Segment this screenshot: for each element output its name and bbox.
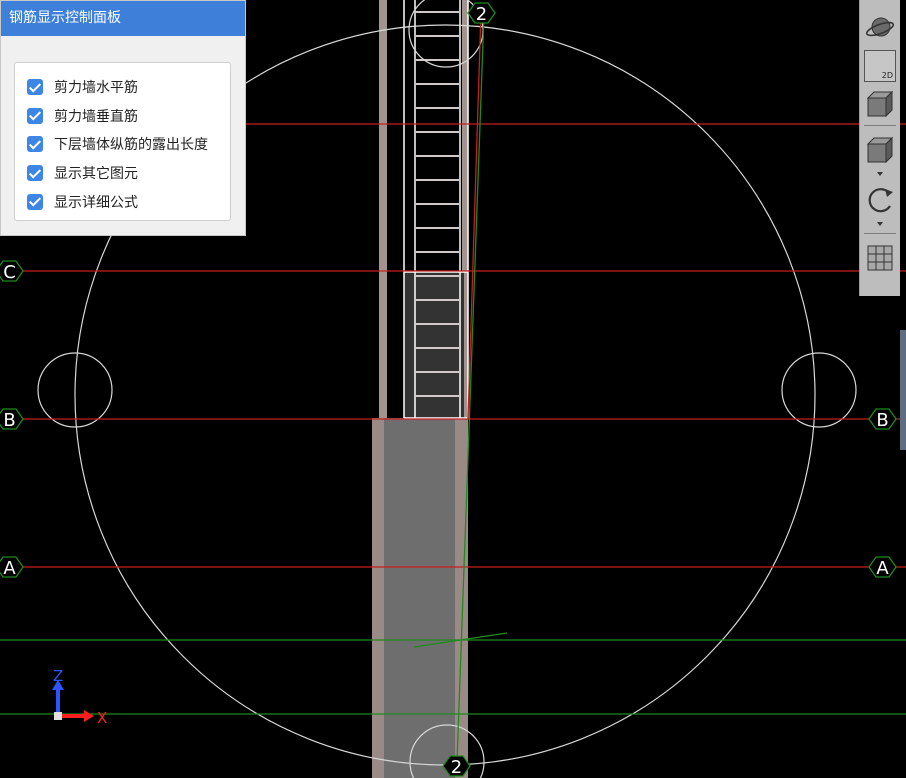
option-label: 下层墙体纵筋的露出长度 xyxy=(54,137,208,154)
axis-label-B-right[interactable]: B xyxy=(868,408,897,431)
toolbar-separator xyxy=(864,125,896,126)
option-lower-wall-rebar-exposed-length[interactable]: 下层墙体纵筋的露出长度 xyxy=(15,130,230,159)
checkbox-icon[interactable] xyxy=(27,136,43,153)
axis-text-B-right: B xyxy=(876,410,888,431)
wall-lower-edge-left xyxy=(372,418,384,778)
small-circle-right xyxy=(781,352,857,428)
option-label: 显示详细公式 xyxy=(54,194,138,211)
view-2d-label: 2D xyxy=(881,71,893,80)
axis-label-C-left[interactable]: C xyxy=(0,260,24,283)
orbit-icon[interactable] xyxy=(864,12,896,44)
wall-upper-rail-left xyxy=(379,0,387,418)
axis-text-A-left: A xyxy=(3,558,16,579)
option-show-other-elements[interactable]: 显示其它图元 xyxy=(15,159,230,188)
grid-settings-icon[interactable] xyxy=(864,242,896,274)
axis-text-A-right: A xyxy=(876,558,889,579)
option-label: 剪力墙垂直筋 xyxy=(54,108,138,125)
axis-text-2-bottom: 2 xyxy=(451,757,462,778)
option-shear-wall-horizontal-rebar[interactable]: 剪力墙水平筋 xyxy=(15,73,230,102)
panel-options: 剪力墙水平筋 剪力墙垂直筋 下层墙体纵筋的露出长度 显示其它图元 显示详细公式 xyxy=(14,62,231,221)
panel-title: 钢筋显示控制面板 xyxy=(1,1,245,36)
chevron-down-icon[interactable] xyxy=(877,172,883,176)
view-2d-button[interactable]: 2D xyxy=(864,50,896,82)
option-shear-wall-vertical-rebar[interactable]: 剪力墙垂直筋 xyxy=(15,102,230,131)
wall-lower xyxy=(372,418,468,778)
view-3d-icon[interactable] xyxy=(864,88,896,120)
box-view-icon[interactable] xyxy=(864,134,896,166)
axis-label-A-left[interactable]: A xyxy=(0,556,24,579)
option-show-detailed-formula[interactable]: 显示详细公式 xyxy=(15,187,230,216)
axis-z-label: Z xyxy=(53,667,63,685)
checkbox-icon[interactable] xyxy=(27,165,43,182)
axis-x-label: X xyxy=(97,709,107,727)
option-label: 剪力墙水平筋 xyxy=(54,80,138,97)
axis-text-C-left: C xyxy=(3,262,16,283)
checkbox-icon[interactable] xyxy=(27,79,43,96)
chevron-down-icon[interactable] xyxy=(877,222,883,226)
axis-label-2-top[interactable]: 2 xyxy=(467,2,496,25)
wall-lower-edge-right xyxy=(455,418,468,778)
checkbox-icon[interactable] xyxy=(27,193,43,210)
rebar-display-control-panel: 钢筋显示控制面板 剪力墙水平筋 剪力墙垂直筋 下层墙体纵筋的露出长度 显示其它图… xyxy=(0,0,246,236)
axis-text-2-top: 2 xyxy=(476,4,487,25)
axis-label-A-right[interactable]: A xyxy=(868,556,897,579)
rotate-icon[interactable] xyxy=(864,184,896,216)
axis-text-B-left: B xyxy=(3,410,15,431)
option-label: 显示其它图元 xyxy=(54,166,138,183)
toolbar-separator xyxy=(864,233,896,234)
coordinate-indicator: Z X xyxy=(52,667,107,727)
view-toolbar: 2D xyxy=(859,0,900,296)
viewport-scroll-handle[interactable] xyxy=(900,330,906,450)
axis-label-B-left[interactable]: B xyxy=(0,408,24,431)
checkbox-icon[interactable] xyxy=(27,107,43,124)
